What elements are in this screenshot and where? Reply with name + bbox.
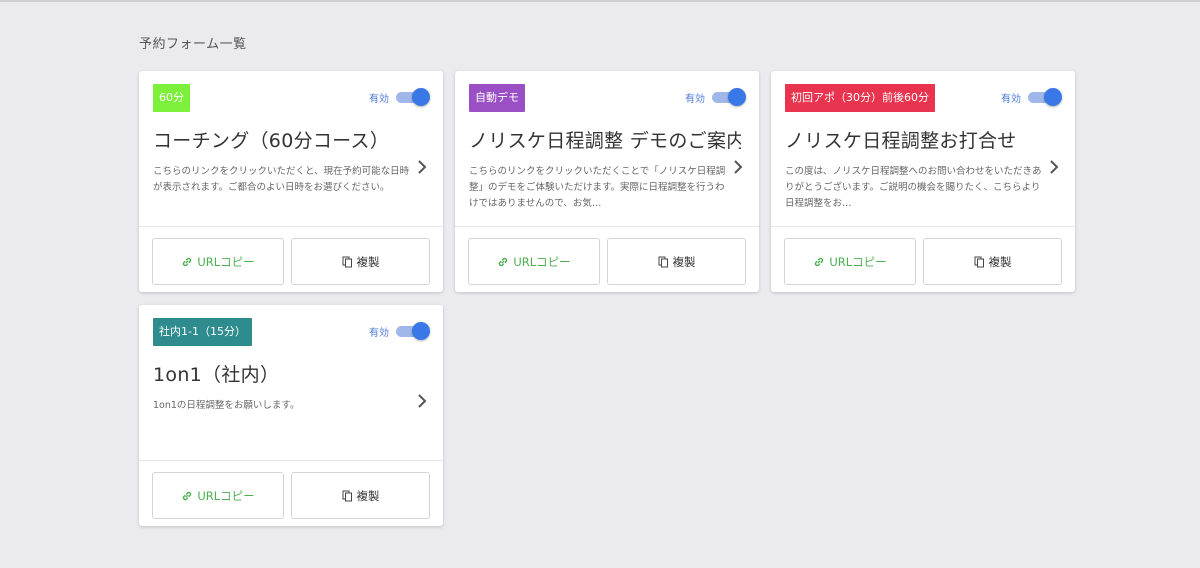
duplicate-button[interactable]: 複製 <box>291 472 430 519</box>
form-card-body[interactable]: 社内1-1（15分） 有効 1on1（社内） 1on1の日程調整をお願いします。 <box>139 305 443 461</box>
card-description: 1on1の日程調整をお願いします。 <box>153 400 300 411</box>
card-description: この度は、ノリスケ日程調整へのお問い合わせをいただきありがとうございます。ご説明… <box>785 166 1042 209</box>
duplicate-label: 複製 <box>356 254 380 269</box>
chevron-right-icon[interactable] <box>417 159 427 175</box>
url-copy-label: URLコピー <box>197 254 255 269</box>
chevron-right-icon[interactable] <box>1049 159 1059 175</box>
enabled-toggle-group: 有効 <box>685 88 746 106</box>
duplicate-button[interactable]: 複製 <box>607 238 746 285</box>
card-actions: URLコピー 複製 <box>139 461 443 519</box>
card-description: こちらのリンクをクリックいただくと、現在予約可能な日時が表示されます。ご都合のよ… <box>153 166 410 193</box>
card-actions: URLコピー 複製 <box>139 227 443 285</box>
form-card: 社内1-1（15分） 有効 1on1（社内） 1on1の日程調整をお願いします。… <box>139 305 443 526</box>
page-title: 予約フォーム一覧 <box>139 37 247 52</box>
url-copy-label: URLコピー <box>513 254 571 269</box>
toggle-label: 有効 <box>369 93 389 105</box>
link-icon <box>499 257 508 266</box>
url-copy-button[interactable]: URLコピー <box>152 238 284 285</box>
top-divider <box>0 0 1200 2</box>
form-card: 自動デモ 有効 ノリスケ日程調整 デモのご案内 こちらのリンクをクリックいただく… <box>455 71 759 292</box>
form-card-body[interactable]: 自動デモ 有効 ノリスケ日程調整 デモのご案内 こちらのリンクをクリックいただく… <box>455 71 759 227</box>
url-copy-label: URLコピー <box>197 488 255 503</box>
card-title: ノリスケ日程調整 デモのご案内 <box>469 130 741 152</box>
form-card-body[interactable]: 初回アポ（30分）前後60分 有効 ノリスケ日程調整お打合せ この度は、ノリスケ… <box>771 71 1075 227</box>
chevron-right-icon[interactable] <box>733 159 743 175</box>
duplicate-label: 複製 <box>672 254 696 269</box>
category-badge: 初回アポ（30分）前後60分 <box>785 84 935 112</box>
card-actions: URLコピー 複製 <box>455 227 759 285</box>
enabled-toggle[interactable] <box>712 88 746 106</box>
toggle-knob <box>412 322 430 340</box>
enabled-toggle[interactable] <box>396 322 430 340</box>
copy-icon <box>342 490 352 501</box>
copy-icon <box>974 256 984 267</box>
link-icon <box>815 257 824 266</box>
form-card-body[interactable]: 60分 有効 コーチング（60分コース） こちらのリンクをクリックいただくと、現… <box>139 71 443 227</box>
card-actions: URLコピー 複製 <box>771 227 1075 285</box>
enabled-toggle-group: 有効 <box>369 322 430 340</box>
card-description: こちらのリンクをクリックいただくことで「ノリスケ日程調整」のデモをご体験いただけ… <box>469 166 726 209</box>
form-card: 初回アポ（30分）前後60分 有効 ノリスケ日程調整お打合せ この度は、ノリスケ… <box>771 71 1075 292</box>
category-badge: 社内1-1（15分） <box>153 318 252 346</box>
toggle-knob <box>412 88 430 106</box>
enabled-toggle[interactable] <box>396 88 430 106</box>
toggle-label: 有効 <box>369 327 389 339</box>
toggle-label: 有効 <box>1001 93 1021 105</box>
url-copy-button[interactable]: URLコピー <box>468 238 600 285</box>
category-badge: 60分 <box>153 84 190 112</box>
copy-icon <box>342 256 352 267</box>
url-copy-button[interactable]: URLコピー <box>152 472 284 519</box>
duplicate-label: 複製 <box>356 488 380 503</box>
url-copy-button[interactable]: URLコピー <box>784 238 916 285</box>
category-badge: 自動デモ <box>469 84 525 112</box>
card-title: ノリスケ日程調整お打合せ <box>785 130 1017 152</box>
duplicate-label: 複製 <box>988 254 1012 269</box>
link-icon <box>183 257 192 266</box>
card-title: コーチング（60分コース） <box>153 130 390 152</box>
card-title: 1on1（社内） <box>153 364 280 386</box>
toggle-label: 有効 <box>685 93 705 105</box>
chevron-right-icon[interactable] <box>417 393 427 409</box>
enabled-toggle-group: 有効 <box>369 88 430 106</box>
copy-icon <box>658 256 668 267</box>
enabled-toggle-group: 有効 <box>1001 88 1062 106</box>
form-card: 60分 有効 コーチング（60分コース） こちらのリンクをクリックいただくと、現… <box>139 71 443 292</box>
link-icon <box>183 491 192 500</box>
duplicate-button[interactable]: 複製 <box>923 238 1062 285</box>
toggle-knob <box>728 88 746 106</box>
url-copy-label: URLコピー <box>829 254 887 269</box>
toggle-knob <box>1044 88 1062 106</box>
enabled-toggle[interactable] <box>1028 88 1062 106</box>
duplicate-button[interactable]: 複製 <box>291 238 430 285</box>
